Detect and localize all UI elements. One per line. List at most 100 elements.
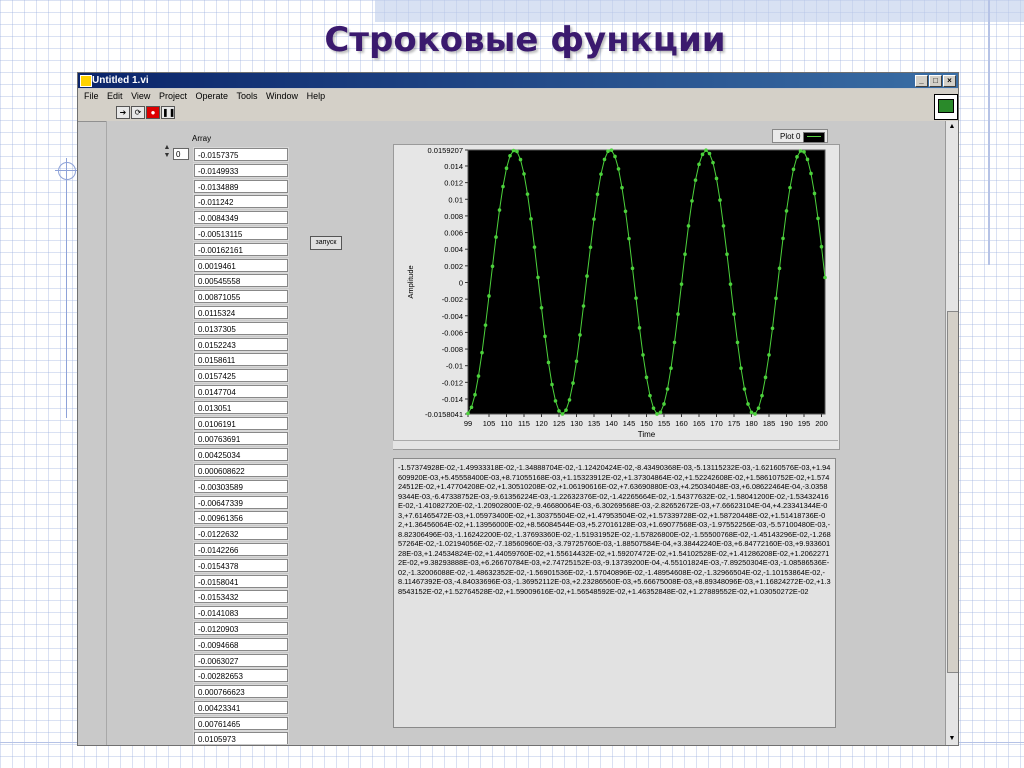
- array-element[interactable]: 0.0137305: [194, 321, 288, 335]
- array-element[interactable]: -0.00162161: [194, 242, 288, 256]
- series-point: [571, 381, 575, 385]
- array-element[interactable]: 0.00763691: [194, 432, 288, 446]
- array-element[interactable]: -0.0157375: [194, 148, 288, 161]
- graph-horizontal-scrollbar[interactable]: [393, 440, 838, 449]
- array-element[interactable]: -0.0122632: [194, 527, 288, 541]
- series-point: [823, 275, 827, 280]
- array-element[interactable]: -0.00647339: [194, 495, 288, 509]
- array-element[interactable]: -0.0149933: [194, 163, 288, 177]
- x-tick-label: 110: [501, 419, 513, 428]
- series-point: [697, 162, 701, 167]
- x-tick-label: 200: [815, 419, 828, 428]
- array-element[interactable]: -0.0120903: [194, 621, 288, 635]
- array-element[interactable]: 0.0106191: [194, 416, 288, 430]
- series-point: [721, 224, 726, 228]
- series-point: [627, 236, 631, 241]
- series-point: [749, 410, 754, 415]
- series-point: [693, 178, 698, 182]
- series-point: [490, 264, 495, 269]
- array-element[interactable]: -0.0084349: [194, 211, 288, 225]
- index-spinner-icon[interactable]: ▲ ▼: [163, 144, 171, 160]
- array-element[interactable]: 0.0158611: [194, 353, 288, 367]
- series-point: [599, 172, 603, 176]
- series-point: [725, 252, 729, 256]
- slide-decor-cross: [55, 170, 79, 171]
- series-point: [651, 406, 656, 410]
- series-point: [637, 326, 642, 330]
- array-element[interactable]: 0.0019461: [194, 258, 288, 272]
- array-element[interactable]: 0.0115324: [194, 305, 288, 319]
- string-output: -1.57374928E-02,-1.49933318E-02,-1.34888…: [393, 458, 836, 728]
- array-element[interactable]: -0.0142266: [194, 542, 288, 556]
- y-tick-label: 0.0159207: [428, 146, 463, 155]
- series-point: [746, 402, 750, 406]
- array-element[interactable]: 0.00871055: [194, 290, 288, 304]
- array-element[interactable]: -0.0158041: [194, 574, 288, 588]
- series-point: [522, 172, 526, 176]
- array-element[interactable]: -0.00282653: [194, 669, 288, 683]
- series-point: [616, 167, 621, 171]
- series-point: [630, 266, 635, 271]
- x-tick-label: 135: [588, 419, 601, 428]
- series-point: [711, 160, 715, 165]
- series-point: [546, 360, 551, 365]
- series-point: [595, 192, 600, 197]
- array-element[interactable]: -0.0063027: [194, 653, 288, 667]
- y-tick-label: -0.0158041: [425, 410, 463, 419]
- array-element[interactable]: 0.0105973: [194, 732, 288, 744]
- front-panel-content: Array ▲ ▼ 0 -0.0157375 -0.0149933 -0.013488…: [77, 72, 957, 744]
- series-point: [669, 366, 673, 370]
- series-point: [798, 149, 803, 153]
- series-point: [497, 208, 502, 212]
- series-point: [816, 216, 820, 221]
- series-point: [504, 166, 509, 171]
- array-element[interactable]: 0.00425034: [194, 448, 288, 462]
- array-element[interactable]: 0.0152243: [194, 337, 288, 351]
- series-point: [578, 333, 582, 337]
- series-point: [515, 149, 519, 154]
- plot-legend[interactable]: Plot 0: [772, 129, 828, 143]
- series-point: [536, 275, 540, 280]
- slide-decor-cross: [66, 158, 67, 418]
- array-element[interactable]: -0.0134889: [194, 179, 288, 193]
- series-point: [791, 167, 796, 172]
- series-point: [732, 312, 736, 316]
- series-point: [466, 411, 470, 416]
- array-element[interactable]: -0.00303589: [194, 479, 288, 493]
- array-element[interactable]: 0.013051: [194, 400, 288, 414]
- y-tick-label: -0.014: [442, 395, 463, 404]
- run-button[interactable]: запуск: [310, 236, 342, 250]
- array-element[interactable]: -0.0141083: [194, 606, 288, 620]
- y-tick-label: 0: [459, 278, 463, 287]
- y-tick-label: 0.008: [444, 212, 463, 221]
- y-tick-label: -0.008: [442, 345, 463, 354]
- array-index-input[interactable]: 0: [173, 148, 189, 160]
- array-element[interactable]: -0.0153432: [194, 590, 288, 604]
- array-element[interactable]: 0.0157425: [194, 369, 288, 383]
- series-point: [613, 154, 617, 159]
- array-element[interactable]: 0.000608622: [194, 463, 288, 477]
- array-element[interactable]: 0.00545558: [194, 274, 288, 288]
- y-tick-label: -0.006: [442, 328, 463, 337]
- series-point: [620, 185, 624, 190]
- array-element[interactable]: -0.0154378: [194, 558, 288, 572]
- x-tick-label: 180: [745, 419, 758, 428]
- legend-label: Plot 0: [780, 132, 801, 141]
- x-tick-label: 150: [640, 419, 653, 428]
- array-element[interactable]: -0.00513115: [194, 226, 288, 240]
- array-element[interactable]: 0.00761465: [194, 716, 288, 730]
- array-element[interactable]: -0.011242: [194, 195, 288, 209]
- array-element[interactable]: 0.0147704: [194, 384, 288, 398]
- series-point: [805, 157, 810, 162]
- array-element[interactable]: -0.0094668: [194, 637, 288, 651]
- array-element[interactable]: -0.00961356: [194, 511, 288, 525]
- x-tick-label: 170: [710, 419, 723, 428]
- array-element[interactable]: 0.00423341: [194, 700, 288, 714]
- x-tick-label: 185: [763, 419, 776, 428]
- legend-swatch: [803, 132, 825, 143]
- x-tick-label: 130: [570, 419, 583, 428]
- x-tick-label: 140: [605, 419, 618, 428]
- series-point: [802, 150, 806, 154]
- array-element[interactable]: 0.000766623: [194, 685, 288, 699]
- series-point: [819, 244, 824, 249]
